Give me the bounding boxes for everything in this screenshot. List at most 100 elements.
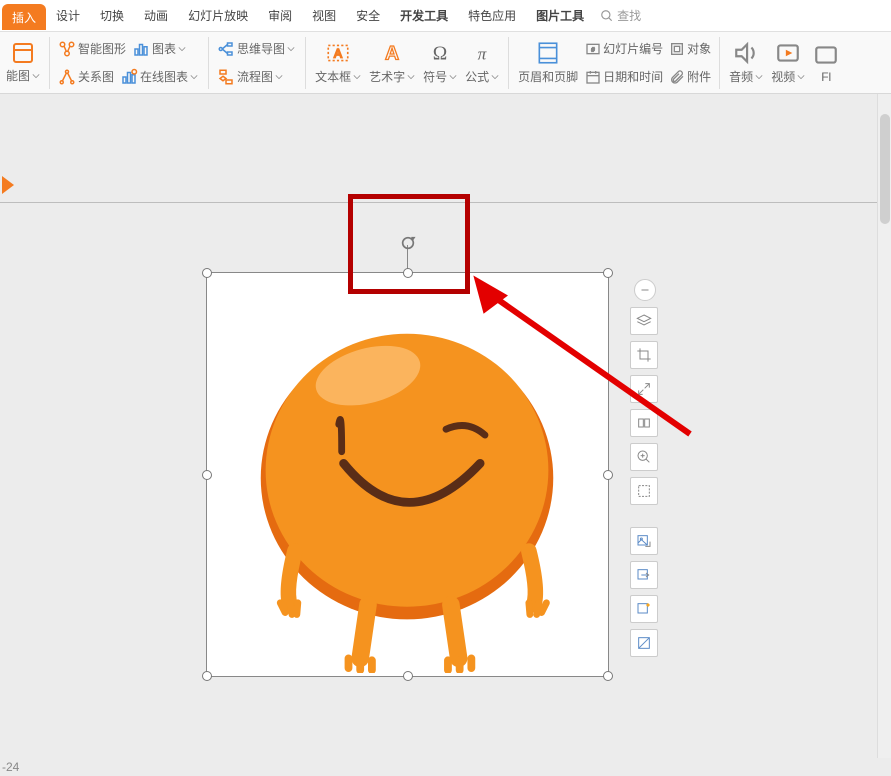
tab-slideshow[interactable]: 幻灯片放映 xyxy=(178,0,258,31)
smart-graphic-button[interactable]: 智能图形 xyxy=(55,40,129,58)
audio-icon xyxy=(733,40,759,66)
select-similar-button[interactable] xyxy=(630,477,658,505)
align-button[interactable] xyxy=(630,409,658,437)
flowchart-button[interactable]: 流程图 xyxy=(214,68,288,86)
svg-text:A: A xyxy=(385,43,399,65)
resize-handle-n[interactable] xyxy=(403,268,413,278)
vertical-scrollbar[interactable] xyxy=(877,94,891,758)
svg-text:π: π xyxy=(478,45,488,64)
header-footer-icon xyxy=(535,40,561,66)
header-footer-label: 页眉和页脚 xyxy=(518,68,578,85)
scrollbar-thumb[interactable] xyxy=(880,114,890,224)
chevron-down-icon xyxy=(178,45,186,53)
tab-label: 审阅 xyxy=(268,7,292,24)
tab-picture-tools[interactable]: 图片工具 xyxy=(526,0,594,31)
status-text: -24 xyxy=(2,760,19,774)
tab-security[interactable]: 安全 xyxy=(346,0,390,31)
reset-size-button[interactable] xyxy=(630,375,658,403)
save-image-button[interactable] xyxy=(630,527,658,555)
resize-handle-se[interactable] xyxy=(603,671,613,681)
title-placeholder-line xyxy=(0,202,891,203)
zoom-button[interactable] xyxy=(630,443,658,471)
smart-shape-icon xyxy=(11,41,35,65)
audio-button[interactable]: 音频 xyxy=(725,34,767,92)
equation-label: 公式 xyxy=(465,68,489,85)
tab-label: 开发工具 xyxy=(400,7,448,24)
video-label: 视频 xyxy=(771,68,795,85)
date-time-icon xyxy=(585,69,601,85)
dashed-select-icon xyxy=(636,483,652,499)
slide-number-icon: # xyxy=(585,41,601,57)
chevron-down-icon xyxy=(407,73,415,81)
symbol-icon: Ω xyxy=(427,40,453,66)
tab-label: 特色应用 xyxy=(468,7,516,24)
layers-button[interactable] xyxy=(630,307,658,335)
selected-picture-object[interactable] xyxy=(206,272,609,677)
separator xyxy=(719,37,720,89)
rotate-icon xyxy=(400,235,416,251)
tab-label: 图片工具 xyxy=(536,7,584,24)
mindmap-icon xyxy=(217,40,235,58)
collapse-button[interactable] xyxy=(634,279,656,301)
image-effects-button[interactable] xyxy=(630,595,658,623)
symbol-button[interactable]: Ω 符号 xyxy=(419,34,461,92)
equation-button[interactable]: π 公式 xyxy=(461,34,503,92)
video-button[interactable]: 视频 xyxy=(767,34,809,92)
resize-handle-sw[interactable] xyxy=(202,671,212,681)
smart-shape-button[interactable]: 能图 xyxy=(2,34,44,92)
wordart-icon: A xyxy=(379,40,405,66)
cartoon-orange-character-image xyxy=(237,283,577,673)
attachment-icon xyxy=(669,69,685,85)
relation-chart-label: 关系图 xyxy=(78,68,114,85)
tab-label: 幻灯片放映 xyxy=(188,7,248,24)
chevron-down-icon xyxy=(449,73,457,81)
tab-label: 切换 xyxy=(100,7,124,24)
mindmap-button[interactable]: 思维导图 xyxy=(214,40,300,58)
resize-handle-e[interactable] xyxy=(603,470,613,480)
symbol-label: 符号 xyxy=(423,68,447,85)
transparent-button[interactable] xyxy=(630,629,658,657)
resize-handle-w[interactable] xyxy=(202,470,212,480)
search-icon xyxy=(600,9,614,23)
search-command[interactable]: 查找 xyxy=(600,0,641,31)
crop-icon xyxy=(636,347,652,363)
tab-review[interactable]: 审阅 xyxy=(258,0,302,31)
crop-button[interactable] xyxy=(630,341,658,369)
svg-text:A: A xyxy=(334,46,342,60)
tab-label: 动画 xyxy=(144,7,168,24)
equation-icon: π xyxy=(469,40,495,66)
rotate-handle[interactable] xyxy=(400,235,416,251)
resize-handle-ne[interactable] xyxy=(603,268,613,278)
textbox-button[interactable]: A 文本框 xyxy=(311,34,365,92)
object-icon xyxy=(669,41,685,57)
tab-view[interactable]: 视图 xyxy=(302,0,346,31)
sparkle-icon xyxy=(636,601,652,617)
resize-handle-s[interactable] xyxy=(403,671,413,681)
slide-number-button[interactable]: # 幻灯片编号 xyxy=(582,40,666,57)
chevron-down-icon xyxy=(275,73,283,81)
chart-button[interactable]: 图表 xyxy=(129,40,191,58)
relation-chart-button[interactable]: 关系图 xyxy=(55,68,117,86)
tab-design[interactable]: 设计 xyxy=(46,0,90,31)
tab-insert[interactable]: 插入 xyxy=(2,4,46,30)
textbox-icon: A xyxy=(325,40,351,66)
wordart-button[interactable]: A 艺术字 xyxy=(365,34,419,92)
export-image-button[interactable] xyxy=(630,561,658,589)
date-time-button[interactable]: 日期和时间 xyxy=(582,68,666,85)
online-chart-button[interactable]: 在线图表 xyxy=(117,68,203,86)
minus-icon xyxy=(639,284,651,296)
object-button[interactable]: 对象 xyxy=(666,40,714,57)
attachment-button[interactable]: 附件 xyxy=(666,68,714,85)
picture-tools-side-toolbar xyxy=(630,279,660,657)
tab-animation[interactable]: 动画 xyxy=(134,0,178,31)
resize-handle-nw[interactable] xyxy=(202,268,212,278)
menu-bar: 插入 设计 切换 动画 幻灯片放映 审阅 视图 安全 开发工具 特色应用 图片工… xyxy=(0,0,891,32)
separator xyxy=(49,37,50,89)
online-chart-icon xyxy=(120,68,138,86)
tab-transition[interactable]: 切换 xyxy=(90,0,134,31)
slide-canvas[interactable] xyxy=(0,94,891,758)
tab-special[interactable]: 特色应用 xyxy=(458,0,526,31)
header-footer-button[interactable]: 页眉和页脚 xyxy=(514,34,582,92)
flash-button[interactable]: Fl xyxy=(809,34,839,92)
tab-developer[interactable]: 开发工具 xyxy=(390,0,458,31)
